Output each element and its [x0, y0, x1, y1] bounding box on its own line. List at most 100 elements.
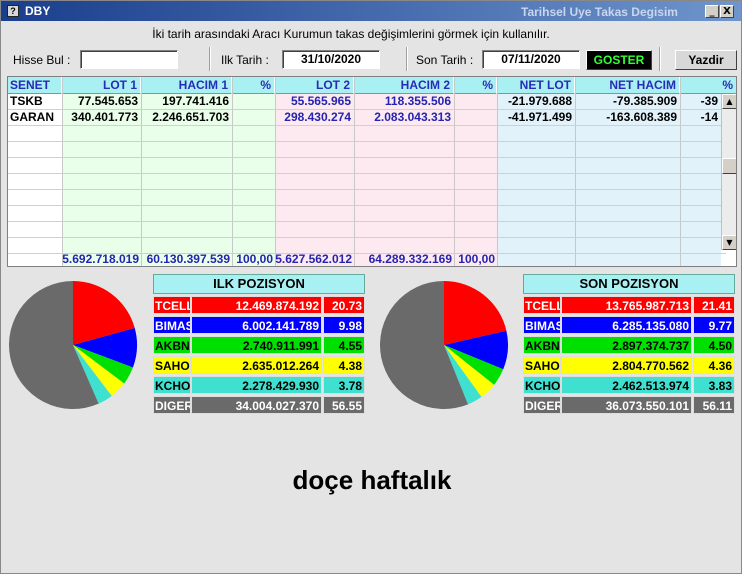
position-row: DIGER 36.073.550.101 56.11 [523, 396, 735, 414]
grid-row-divider [8, 173, 726, 174]
son-pozisyon-table: SON POZISYON TCELL 13.765.987.713 21.41 BIM… [523, 274, 735, 414]
position-value: 6.002.141.789 [191, 316, 322, 334]
window-caption: Tarihsel Uye Takas Degisim [521, 5, 678, 19]
son-tarih-label: Son Tarih : [416, 53, 474, 67]
app-menu-icon[interactable]: ? [7, 5, 19, 17]
cell-hacim2[interactable]: 2.083.043.313 [354, 110, 454, 125]
ilk-pozisyon-pie-chart [9, 281, 137, 409]
position-percent: 3.78 [323, 376, 365, 394]
position-row: KCHOL2.462.513.9743.83 [523, 376, 735, 394]
grid-row-divider [8, 221, 726, 222]
title-bar[interactable]: ? DBY Tarihsel Uye Takas Degisim _ X [1, 1, 741, 21]
position-row: DIGER 34.004.027.370 56.55 [153, 396, 365, 414]
cell-pct2[interactable] [454, 94, 497, 109]
scroll-down-arrow-icon[interactable]: ▼ [722, 235, 736, 250]
header-netpct[interactable]: % [680, 77, 736, 94]
position-value: 2.462.513.974 [561, 376, 692, 394]
grid-row-divider [8, 125, 726, 126]
cell-lot2[interactable]: 298.430.274 [275, 110, 354, 125]
cell-netpct[interactable]: -14 [680, 110, 721, 125]
header-senet[interactable]: SENET [8, 77, 62, 94]
goster-button[interactable]: GOSTER [586, 50, 652, 70]
grid-row-divider [8, 237, 726, 238]
cell-netlot[interactable]: -41.971.499 [497, 110, 575, 125]
cell-pct1[interactable] [232, 110, 275, 125]
position-name: DIGER [523, 396, 561, 414]
position-percent: 4.55 [323, 336, 365, 354]
cell-pct2[interactable] [454, 110, 497, 125]
footer-pct2-total: 100,00 [458, 252, 495, 266]
son-tarih-input[interactable]: 07/11/2020 [482, 50, 580, 69]
grid-row-divider [8, 141, 726, 142]
footer-pct1-total: 100,00 [236, 252, 273, 266]
ilk-pozisyon-title: ILK POZISYON [153, 274, 365, 294]
toolbar-separator [209, 47, 211, 71]
header-hacim1[interactable]: HACIM 1 [141, 77, 232, 94]
yazdir-button[interactable]: Yazdir [675, 50, 737, 70]
position-percent: 4.50 [693, 336, 735, 354]
position-percent: 20.73 [323, 296, 365, 314]
toolbar-separator [659, 47, 661, 71]
position-value: 13.765.987.713 [561, 296, 692, 314]
position-value: 12.469.874.192 [191, 296, 322, 314]
grid-vertical-scrollbar[interactable]: ▲ ▼ [721, 94, 736, 250]
position-value: 2.740.911.991 [191, 336, 322, 354]
scroll-up-arrow-icon[interactable]: ▲ [722, 94, 736, 109]
son-pozisyon-pie-chart [380, 281, 508, 409]
position-row: SAHOL2.635.012.2644.38 [153, 356, 365, 374]
header-hacim2[interactable]: HACIM 2 [354, 77, 454, 94]
cell-nethacim[interactable]: -79.385.909 [575, 94, 680, 109]
grid-row-divider [8, 189, 726, 190]
cell-pct1[interactable] [232, 94, 275, 109]
grid-row-divider [8, 157, 726, 158]
cell-lot1[interactable]: 77.545.653 [62, 94, 141, 109]
cell-senet[interactable]: GARAN [8, 110, 62, 125]
position-percent: 3.83 [693, 376, 735, 394]
header-pct1[interactable]: % [232, 77, 275, 94]
position-percent: 21.41 [693, 296, 735, 314]
cell-lot2[interactable]: 55.565.965 [275, 94, 354, 109]
cell-hacim1[interactable]: 2.246.651.703 [141, 110, 232, 125]
position-percent: 4.38 [323, 356, 365, 374]
minimize-button[interactable]: _ [705, 5, 719, 18]
cell-hacim1[interactable]: 197.741.416 [141, 94, 232, 109]
son-pozisyon-title: SON POZISYON [523, 274, 735, 294]
scroll-thumb[interactable] [722, 158, 736, 174]
main-window: ? DBY Tarihsel Uye Takas Degisim _ X İki… [0, 0, 742, 574]
position-percent: 56.55 [323, 396, 365, 414]
hisse-bul-input[interactable] [80, 50, 178, 69]
position-percent: 4.36 [693, 356, 735, 374]
ilk-pozisyon-table: ILK POZISYON TCELL 12.469.874.192 20.73 BIM… [153, 274, 365, 414]
footer-lot2-total: 5.627.562.012 [275, 252, 352, 266]
position-name: TCELL [153, 296, 191, 314]
cell-netlot[interactable]: -21.979.688 [497, 94, 575, 109]
header-lot1[interactable]: LOT 1 [62, 77, 141, 94]
position-row: BIMAS 6.002.141.789 9.98 [153, 316, 365, 334]
cell-netpct[interactable]: -39 [680, 94, 721, 109]
header-nethacim[interactable]: NET HACIM [575, 77, 680, 94]
position-value: 36.073.550.101 [561, 396, 692, 414]
cell-lot1[interactable]: 340.401.773 [62, 110, 141, 125]
position-percent: 9.77 [693, 316, 735, 334]
cell-nethacim[interactable]: -163.608.389 [575, 110, 680, 125]
ilk-tarih-label: Ilk Tarih : [221, 53, 269, 67]
position-name: BIMAS [523, 316, 561, 334]
header-lot2[interactable]: LOT 2 [275, 77, 354, 94]
position-name: AKBNK [153, 336, 191, 354]
cell-hacim2[interactable]: 118.355.506 [354, 94, 454, 109]
position-percent: 56.11 [693, 396, 735, 414]
position-name: KCHOL [523, 376, 561, 394]
takas-grid[interactable]: SENET LOT 1 HACIM 1 % LOT 2 HACIM 2 % NE… [7, 76, 737, 267]
position-row: BIMAS 6.285.135.080 9.77 [523, 316, 735, 334]
app-title: DBY [25, 4, 51, 18]
header-netlot[interactable]: NET LOT [497, 77, 575, 94]
position-row: SAHOL2.804.770.5624.36 [523, 356, 735, 374]
ilk-tarih-input[interactable]: 31/10/2020 [282, 50, 380, 69]
footer-lot1-total: 5.692.718.019 [62, 252, 139, 266]
grid-row-divider [8, 205, 726, 206]
footer-hacim1-total: 60.130.397.539 [146, 252, 230, 266]
cell-senet[interactable]: TSKB [8, 94, 62, 109]
footer-hacim2-total: 64.289.332.169 [368, 252, 452, 266]
header-pct2[interactable]: % [454, 77, 497, 94]
close-button[interactable]: X [720, 5, 734, 18]
